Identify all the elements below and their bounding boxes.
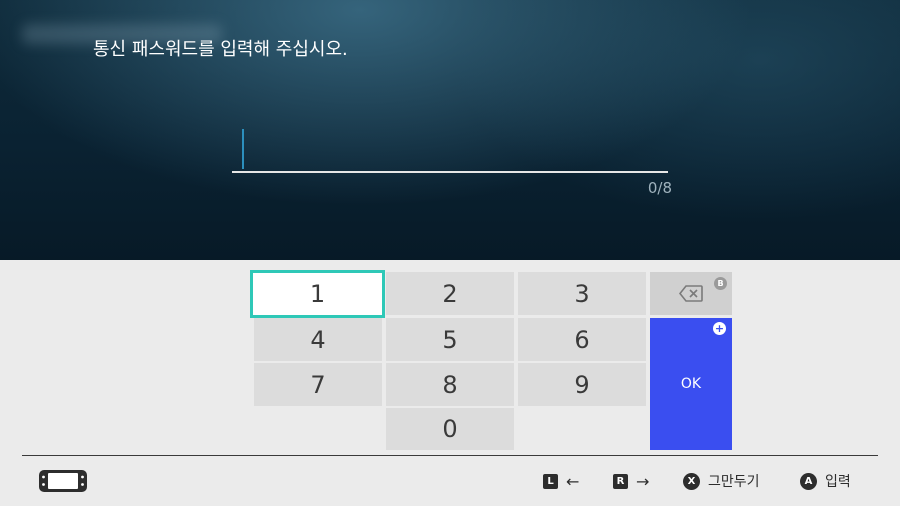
- arrow-left-icon: ←: [566, 471, 580, 491]
- ok-button[interactable]: OK +: [650, 318, 732, 450]
- cancel-label: 그만두기: [708, 474, 760, 490]
- footer-bar: L ← R → X 그만두기 A 입력: [0, 456, 900, 506]
- text-caret: [242, 129, 244, 169]
- character-counter: 0/8: [647, 179, 672, 197]
- hint-r-right[interactable]: R →: [613, 456, 649, 506]
- plus-button-badge: +: [713, 322, 726, 335]
- key-3[interactable]: 3: [518, 272, 646, 315]
- key-7[interactable]: 7: [254, 363, 382, 406]
- key-4[interactable]: 4: [254, 318, 382, 361]
- x-button-icon: X: [683, 472, 700, 490]
- key-5[interactable]: 5: [386, 318, 514, 361]
- prompt-text: 통신 패스워드를 입력해 주십시오.: [93, 39, 348, 60]
- backspace-icon: [679, 285, 703, 302]
- key-6[interactable]: 6: [518, 318, 646, 361]
- key-0[interactable]: 0: [386, 408, 514, 450]
- key-9[interactable]: 9: [518, 363, 646, 406]
- input-label: 입력: [825, 474, 851, 490]
- arrow-right-icon: →: [636, 471, 650, 491]
- key-2[interactable]: 2: [386, 272, 514, 315]
- r-button-icon: R: [613, 473, 628, 489]
- hint-l-left[interactable]: L ←: [543, 456, 579, 506]
- l-button-icon: L: [543, 473, 558, 489]
- numeric-keypad: 1 2 3 4 5 6 7 8 9 0 B OK +: [0, 260, 900, 455]
- key-1[interactable]: 1: [250, 270, 385, 318]
- a-button-icon: A: [800, 472, 817, 490]
- password-input[interactable]: [232, 171, 668, 173]
- handheld-console-icon: [38, 456, 88, 506]
- input-area: 통신 패스워드를 입력해 주십시오. 0/8: [0, 0, 900, 260]
- hint-cancel[interactable]: X 그만두기: [683, 456, 760, 506]
- backspace-button[interactable]: B: [650, 272, 732, 315]
- ok-label: OK: [680, 376, 702, 392]
- key-8[interactable]: 8: [386, 363, 514, 406]
- b-button-badge: B: [714, 277, 727, 290]
- hint-input[interactable]: A 입력: [800, 456, 851, 506]
